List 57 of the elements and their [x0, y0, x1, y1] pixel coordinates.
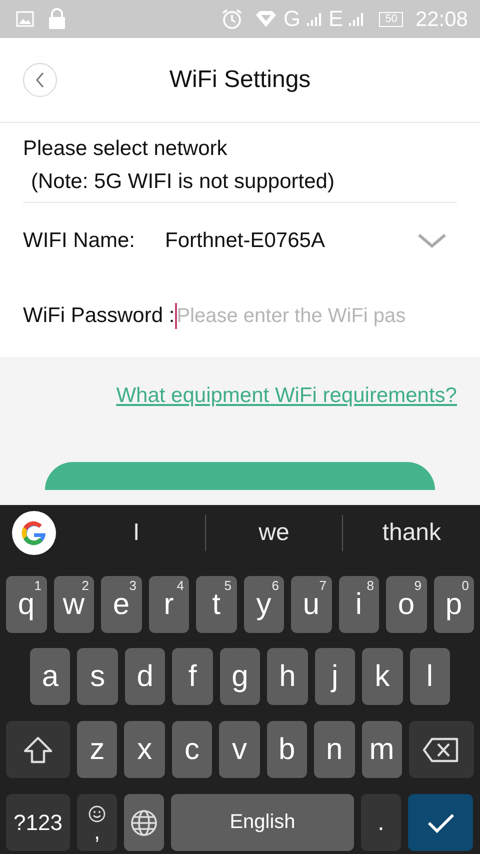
field-label: WiFi Password :: [23, 304, 175, 328]
keyboard-key[interactable]: j: [314, 648, 356, 705]
key-number-hint: 8: [366, 578, 374, 593]
backspace-icon: [422, 736, 460, 762]
done-key[interactable]: [408, 794, 473, 851]
keyboard-key[interactable]: k: [362, 648, 402, 705]
chevron-down-icon: [417, 233, 447, 249]
keyboard-key[interactable]: g: [220, 648, 260, 705]
key-number-hint: 5: [224, 578, 232, 593]
keyboard-key[interactable]: x: [124, 721, 165, 778]
keyboard-key[interactable]: l: [410, 648, 450, 705]
comma-key[interactable]: ,: [77, 794, 117, 851]
keyboard-key[interactable]: z: [77, 721, 118, 778]
keyboard-key[interactable]: b: [266, 721, 308, 778]
symbols-key[interactable]: ?123: [6, 794, 70, 851]
keyboard-key[interactable]: d: [124, 648, 166, 705]
alarm-icon: [221, 8, 244, 30]
back-icon: [34, 72, 46, 88]
keyboard-key[interactable]: h: [267, 648, 308, 705]
key-number-hint: 2: [82, 578, 89, 593]
key-number-hint: 7: [319, 578, 326, 593]
key-number-hint: 0: [462, 578, 469, 593]
key-number-hint: 1: [34, 578, 42, 593]
globe-icon: [130, 808, 158, 836]
field-label: WIFI Name:: [23, 229, 136, 253]
signal-icon: [349, 11, 366, 27]
word-suggestion[interactable]: we: [206, 518, 342, 546]
keyboard-key[interactable]: c: [172, 721, 212, 778]
keyboard-key[interactable]: s: [77, 648, 118, 705]
signal-icon: [306, 11, 322, 27]
keyboard-key[interactable]: v: [219, 721, 260, 778]
key-number-hint: 4: [176, 578, 184, 593]
password-field[interactable]: Please enter the WiFi pas: [176, 304, 457, 328]
backspace-key[interactable]: [408, 721, 474, 778]
keyboard-key[interactable]: m: [362, 721, 402, 778]
smiley-icon: [88, 804, 106, 823]
note-text: (Note: 5G WIFI is not supported): [31, 170, 336, 195]
language-key[interactable]: [124, 794, 164, 851]
word-suggestion[interactable]: I: [68, 518, 205, 546]
key-number-hint: 9: [414, 578, 422, 593]
g-logo-icon[interactable]: [12, 510, 56, 554]
period-key[interactable]: .: [361, 794, 401, 851]
lock-icon: [48, 8, 66, 30]
keyboard-key[interactable]: f: [172, 648, 213, 705]
keyboard-key[interactable]: n: [314, 721, 355, 778]
shift-key[interactable]: [6, 721, 70, 778]
keyboard-key[interactable]: a: [30, 648, 70, 705]
image-icon: [16, 10, 34, 28]
section-heading: Please select network: [23, 137, 228, 161]
shift-icon: [23, 736, 53, 764]
key-number-hint: 3: [129, 578, 136, 593]
back-button[interactable]: [23, 63, 57, 97]
space-key[interactable]: English: [171, 794, 354, 851]
network-name[interactable]: Forthnet-E0765A: [165, 229, 417, 253]
page-title: WiFi Settings: [169, 66, 311, 94]
key-number-hint: 6: [272, 578, 279, 593]
word-suggestion[interactable]: thank: [343, 518, 480, 546]
